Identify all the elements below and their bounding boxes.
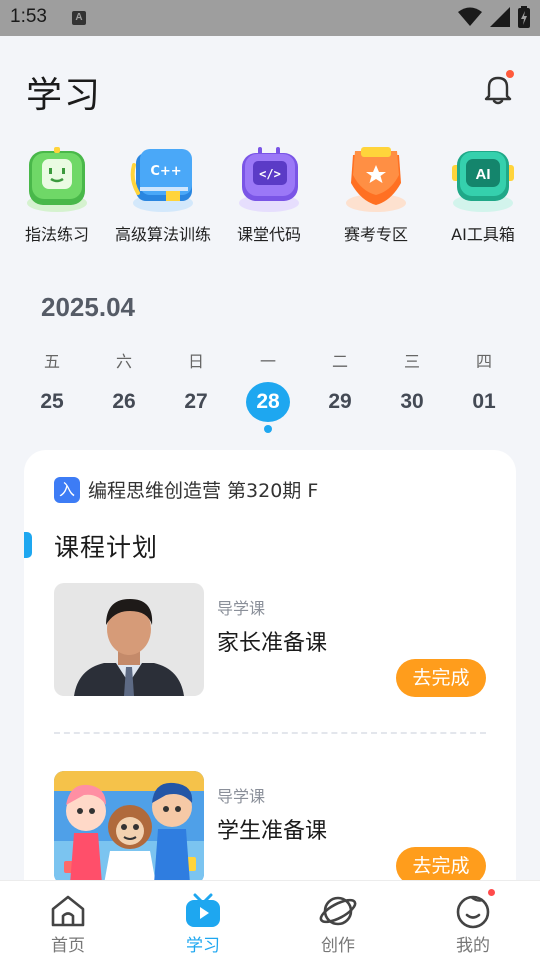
ai-robot-icon: AI <box>448 145 518 215</box>
weekday-label: 六 <box>115 352 132 371</box>
day-27[interactable]: 日 27 <box>160 348 232 422</box>
quick-entry-contest[interactable]: 赛考专区 <box>321 145 431 245</box>
nav-tab-study[interactable]: 学习 <box>163 893 243 956</box>
quick-entry-label: 课堂代码 <box>236 225 301 244</box>
status-time: 1:53 <box>10 6 47 27</box>
date-number: 29 <box>328 390 352 413</box>
notification-dot <box>488 889 495 896</box>
page-title: 学习 <box>26 75 103 116</box>
quick-entry-label: 高级算法训练 <box>114 225 211 244</box>
weekday-label: 一 <box>259 352 276 371</box>
weekday-label: 三 <box>403 352 420 371</box>
sim-icon: A <box>72 11 86 25</box>
nav-label: 首页 <box>51 936 85 956</box>
calendar-month: 2025.04 <box>41 292 135 322</box>
weekday-label: 二 <box>331 352 348 371</box>
code-monitor-icon: </> <box>234 145 304 215</box>
lesson-title: 学生准备课 <box>217 819 328 844</box>
svg-text:</>: </> <box>259 167 281 181</box>
battery-icon <box>518 6 530 28</box>
lesson-type: 导学课 <box>217 787 266 806</box>
weekday-label: 日 <box>187 352 204 371</box>
nav-label: 学习 <box>186 936 220 956</box>
nav-tab-create[interactable]: 创作 <box>298 893 378 956</box>
camp-header[interactable]: 入 编程思维创造营 第320期 F <box>54 476 318 503</box>
today-indicator-dot <box>264 425 272 433</box>
complete-button[interactable]: 去完成 <box>396 659 486 697</box>
status-bar: 1:53 A <box>0 0 540 36</box>
section-accent-bar <box>24 532 32 558</box>
system-icons <box>458 6 530 28</box>
quick-entry-typing[interactable]: 指法练习 <box>2 145 112 245</box>
notification-button[interactable] <box>480 70 516 106</box>
keyboard-face-icon <box>22 145 92 215</box>
bottom-navigation: 首页 学习 创作 我的 <box>0 880 540 960</box>
home-icon <box>48 893 88 929</box>
day-26[interactable]: 六 26 <box>88 348 160 422</box>
day-01[interactable]: 四 01 <box>448 348 520 422</box>
lesson-thumbnail-teacher <box>54 583 204 696</box>
weekday-label: 五 <box>43 352 60 371</box>
date-number: 26 <box>112 390 136 413</box>
wifi-icon <box>458 7 482 26</box>
camp-name: 编程思维创造营 第320期 F <box>88 480 319 502</box>
c++-book-icon: C++ <box>128 145 198 215</box>
lesson-type: 导学课 <box>217 599 266 618</box>
weekday-label: 四 <box>475 352 492 371</box>
lesson-item[interactable]: 导学课 家长准备课 去完成 <box>54 583 486 697</box>
course-card: 入 编程思维创造营 第320期 F 课程计划 导学课 家长准备课 去完成 导学课… <box>24 450 516 910</box>
enroll-tag: 入 <box>54 476 80 503</box>
date-number: 01 <box>472 390 496 413</box>
day-25[interactable]: 五 25 <box>16 348 88 422</box>
lesson-title: 家长准备课 <box>217 631 328 656</box>
section-title: 课程计划 <box>54 533 159 562</box>
date-number: 30 <box>400 390 424 413</box>
week-strip: 五 25 六 26 日 27 一 28 二 29 三 30 四 01 <box>16 348 524 438</box>
quick-entry-class-code[interactable]: </> 课堂代码 <box>214 145 324 245</box>
nav-label: 我的 <box>456 936 490 956</box>
quick-entries: 指法练习 C++ 高级算法训练 </> 课堂代码 赛考专区 AI AI工具箱 <box>0 145 540 245</box>
day-30[interactable]: 三 30 <box>376 348 448 422</box>
day-28-selected[interactable]: 一 28 <box>232 348 304 433</box>
date-number: 27 <box>184 390 208 413</box>
nav-tab-home[interactable]: 首页 <box>28 893 108 956</box>
lesson-divider <box>54 732 486 734</box>
quick-entry-label: AI工具箱 <box>451 225 515 244</box>
notification-dot <box>506 70 514 78</box>
svg-text:AI: AI <box>476 166 491 183</box>
day-29[interactable]: 二 29 <box>304 348 376 422</box>
lesson-item[interactable]: 导学课 学生准备课 去完成 <box>54 771 486 885</box>
signal-icon <box>490 7 510 27</box>
planet-icon <box>318 893 358 929</box>
nav-label: 创作 <box>321 936 355 956</box>
quick-entry-algorithm[interactable]: C++ 高级算法训练 <box>108 145 218 245</box>
quick-entry-label: 赛考专区 <box>343 225 408 244</box>
date-number: 25 <box>40 390 64 413</box>
quick-entry-label: 指法练习 <box>24 225 89 244</box>
quick-entry-ai-toolbox[interactable]: AI AI工具箱 <box>428 145 538 245</box>
tv-play-icon <box>183 893 223 929</box>
svg-text:C++: C++ <box>150 164 181 179</box>
lesson-thumbnail-cartoon <box>54 771 204 884</box>
nav-tab-mine[interactable]: 我的 <box>433 889 513 956</box>
date-number: 28 <box>246 382 290 422</box>
smile-face-icon <box>453 889 495 929</box>
trophy-star-icon <box>341 145 411 215</box>
